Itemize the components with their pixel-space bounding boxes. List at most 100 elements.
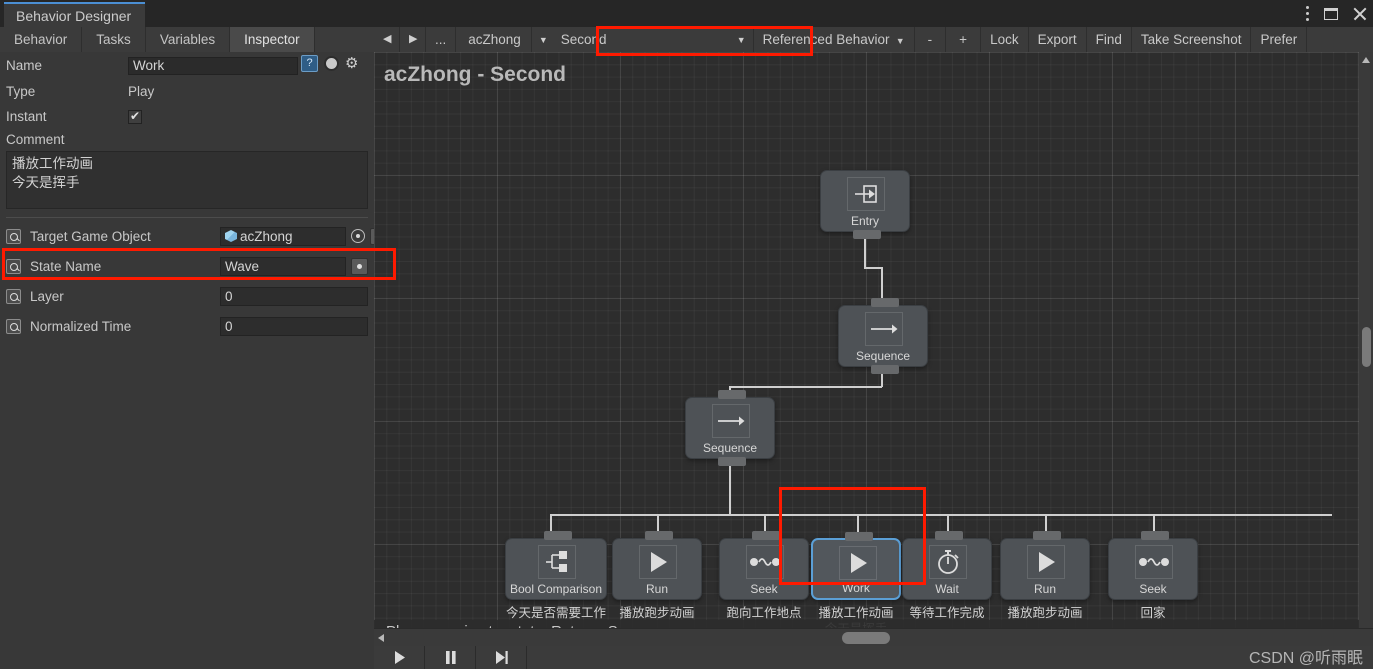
node-entry[interactable]: Entry [820, 170, 910, 239]
node-label: Sequence [855, 349, 911, 363]
node-port-top[interactable] [752, 531, 780, 540]
node-label: Seek [1139, 582, 1167, 596]
tab-inspector[interactable]: Inspector [230, 27, 315, 52]
property-row-state-name: State Name Wave [0, 251, 374, 281]
node-run-1[interactable]: Run [612, 531, 702, 600]
node-label: Run [1033, 582, 1056, 596]
type-label: Type [6, 84, 36, 99]
tab-inspector-label: Inspector [244, 32, 300, 47]
state-name-input[interactable]: Wave [220, 256, 346, 276]
node-port-top[interactable] [1141, 531, 1169, 540]
play-icon [1027, 545, 1065, 579]
node-label: Wait [935, 582, 959, 596]
object-picker-icon[interactable] [351, 229, 365, 243]
maximize-icon[interactable] [1324, 7, 1338, 20]
target-game-object-label: Target Game Object [30, 228, 151, 244]
window-tab-label: Behavior Designer [16, 8, 132, 24]
comment-textarea[interactable]: 播放工作动画 今天是挥手 [6, 151, 368, 209]
referenced-behavior-dropdown[interactable]: Referenced Behavior ▼ [754, 27, 915, 52]
state-name-controls: Wave [220, 256, 368, 276]
node-sequence-child[interactable]: Sequence [685, 390, 775, 466]
take-screenshot-button[interactable]: Take Screenshot [1132, 27, 1252, 52]
inspector-form: ? ⚙ Name Work Type Play Instant Comment … [0, 52, 387, 341]
form-divider [6, 217, 368, 218]
edge-seq1-seq2-h [729, 386, 882, 388]
scroll-up-icon[interactable] [1362, 57, 1370, 63]
scroll-left-icon[interactable] [378, 634, 384, 642]
graph-horizontal-scrollbar[interactable] [374, 628, 1373, 646]
name-input[interactable]: Work [128, 56, 298, 75]
node-wait[interactable]: Wait [902, 531, 992, 600]
node-port-bottom[interactable] [853, 230, 881, 239]
layer-input[interactable]: 0 [220, 286, 368, 306]
node-port-top[interactable] [718, 390, 746, 399]
kebab-menu-icon[interactable] [1306, 5, 1310, 22]
edge-seq1-down [881, 372, 883, 387]
find-button[interactable]: Find [1087, 27, 1132, 52]
vertical-scrollbar-thumb[interactable] [1362, 327, 1371, 367]
arrow-right-icon [865, 312, 903, 346]
graph-canvas[interactable]: acZhong - Second Entry Sequence Sequence… [374, 52, 1359, 646]
node-run-2[interactable]: Run [1000, 531, 1090, 600]
nav-back-button[interactable]: ◀ [374, 27, 400, 52]
csdn-watermark: CSDN @听雨眠 [1248, 650, 1363, 667]
instant-checkbox[interactable] [128, 109, 142, 124]
target-game-object-input[interactable]: acZhong [220, 226, 346, 246]
graph-vertical-scrollbar[interactable] [1359, 52, 1373, 646]
node-seek-2[interactable]: Seek [1108, 531, 1198, 600]
node-port-top[interactable] [544, 531, 572, 540]
window-tab-behavior-designer[interactable]: Behavior Designer [4, 2, 146, 27]
node-seek-1[interactable]: Seek [719, 531, 809, 600]
search-icon[interactable] [6, 258, 21, 274]
node-port-top[interactable] [645, 531, 673, 540]
horizontal-scrollbar-thumb[interactable] [842, 632, 890, 644]
state-name-label: State Name [30, 258, 102, 274]
node-bool-comparison[interactable]: Bool Comparison [505, 531, 607, 600]
behavior-dropdown[interactable]: ▼ Second ▼ [530, 27, 754, 52]
search-icon[interactable] [6, 228, 21, 244]
tab-behavior[interactable]: Behavior [0, 27, 83, 52]
node-port-top[interactable] [935, 531, 963, 540]
breadcrumb-ellipsis[interactable]: ... [426, 27, 457, 52]
property-row-layer: Layer 0 [0, 281, 374, 311]
property-row-normalized-time: Normalized Time 0 [0, 311, 374, 341]
play-icon [639, 545, 677, 579]
seek-icon [1135, 545, 1173, 579]
inspector-panel: Behavior Tasks Variables Inspector ? ⚙ N… [0, 27, 387, 669]
play-button[interactable] [374, 646, 425, 669]
breadcrumb-acZhong[interactable]: acZhong [456, 27, 531, 52]
behavior-designer-window: Behavior Designer Behavior Tasks Variabl… [0, 0, 1373, 669]
tab-variables[interactable]: Variables [146, 27, 231, 52]
zoom-in-button[interactable]: + [946, 27, 982, 52]
close-icon[interactable] [1352, 6, 1367, 21]
search-icon[interactable] [6, 288, 21, 304]
cube-icon [225, 230, 237, 242]
graph-title: acZhong - Second [384, 63, 567, 86]
layer-controls: 0 [220, 286, 368, 306]
node-port-bottom[interactable] [718, 457, 746, 466]
state-name-variable-button[interactable] [351, 257, 368, 275]
field-row-name: Name Work [0, 52, 374, 79]
node-port-top[interactable] [845, 532, 873, 541]
normalized-time-input[interactable]: 0 [220, 316, 368, 336]
zoom-out-button[interactable]: - [915, 27, 947, 52]
tab-tasks[interactable]: Tasks [82, 27, 146, 52]
node-sequence-root[interactable]: Sequence [838, 298, 928, 374]
node-work[interactable]: Work [811, 532, 901, 600]
export-button[interactable]: Export [1029, 27, 1087, 52]
entry-icon [847, 177, 885, 211]
node-port-top[interactable] [871, 298, 899, 307]
nav-forward-button[interactable]: ▶ [400, 27, 426, 52]
stopwatch-icon [929, 545, 967, 579]
preferences-button[interactable]: Prefer [1251, 27, 1308, 52]
pause-button[interactable] [425, 646, 476, 669]
bool-comparison-icon [538, 545, 576, 579]
search-icon[interactable] [6, 318, 21, 334]
node-port-top[interactable] [1033, 531, 1061, 540]
lock-button[interactable]: Lock [981, 27, 1029, 52]
step-forward-button[interactable] [476, 646, 527, 669]
edge-entry-seq1-h [864, 267, 882, 269]
node-port-bottom[interactable] [871, 365, 899, 374]
chevron-down-icon-left: ▼ [538, 34, 548, 45]
graph-area: ◀ ▶ ... acZhong ▼ Second ▼ Referenced Be… [374, 27, 1373, 669]
